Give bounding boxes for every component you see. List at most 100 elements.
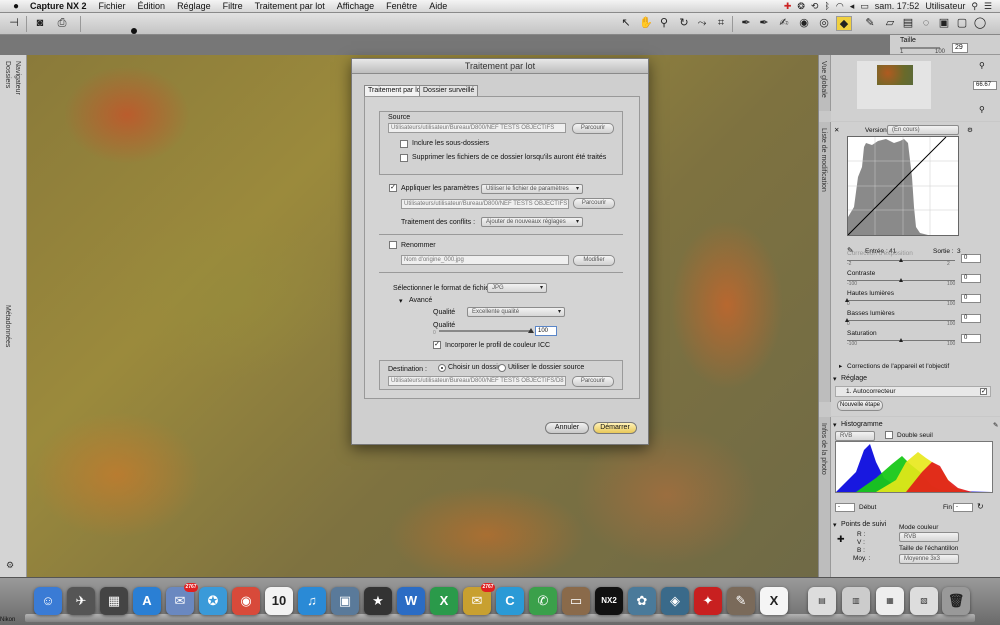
eye-icon[interactable]: ◎ [816, 16, 832, 31]
apply-params-checkbox[interactable]: ✓ [389, 184, 397, 192]
dock-launchpad-icon[interactable]: ✈ [67, 587, 95, 615]
minimized-window-icon[interactable]: ▤ [808, 587, 836, 615]
dock-imovie-star-icon[interactable]: ★ [364, 587, 392, 615]
slider-track[interactable] [847, 300, 955, 301]
params-file-popup[interactable]: Utiliser le fichier de paramètres ▾ [481, 184, 583, 194]
slider-value-field[interactable]: 0 [961, 254, 981, 263]
selection-brush-icon[interactable]: ✍ [776, 16, 792, 31]
cancel-button[interactable]: Annuler [545, 422, 589, 434]
camera-corrections-label[interactable]: Corrections de l'appareil et l'objectif [847, 363, 949, 370]
tab-vue-globale[interactable]: Vue globale [820, 61, 827, 98]
advanced-disclosure-icon[interactable]: ▾ [399, 297, 403, 305]
dock-mission-control-icon[interactable]: ▦ [100, 587, 128, 615]
zoom-in-icon[interactable]: ⚲ [979, 61, 985, 70]
double-threshold-checkbox[interactable] [885, 431, 893, 439]
delete-files-checkbox[interactable] [400, 154, 408, 162]
redeye-icon[interactable]: ◉ [796, 16, 812, 31]
zoom-value-field[interactable]: 66.67 [973, 81, 997, 90]
source-folder-radio[interactable] [498, 364, 506, 372]
destination-path-field[interactable]: Utilisateurs/utilisateur/Bureau/D800/NEF… [388, 376, 566, 386]
slider-value-field[interactable]: 0 [961, 334, 981, 343]
eyedropper-icon[interactable]: ✎ [993, 421, 998, 429]
reset-icon[interactable]: ↻ [977, 502, 984, 511]
rect-select-icon[interactable]: ▢ [954, 16, 970, 31]
dock-iphoto-icon[interactable]: ◈ [661, 587, 689, 615]
sample-size-popup[interactable]: Moyenne 3x3 [899, 554, 959, 564]
pointer-icon[interactable]: ↖ [618, 16, 634, 31]
new-step-button[interactable]: Nouvelle étape [837, 400, 883, 411]
minimized-window-icon[interactable]: ▦ [876, 587, 904, 615]
include-subfolders-checkbox[interactable] [400, 140, 408, 148]
disclosure-down-icon[interactable]: ▾ [833, 521, 837, 529]
slider-value-field[interactable]: 0 [961, 274, 981, 283]
dock-mail-stamp-icon[interactable]: ✉ 2767 [166, 583, 198, 615]
spotlight-icon[interactable]: ⚲ [971, 1, 978, 12]
settings-icon[interactable]: ⚙ [6, 560, 14, 571]
status-spin-icon[interactable]: ❂ [797, 1, 805, 12]
panel-toggle-icon[interactable]: ⊣ [6, 16, 22, 31]
quality-slider-thumb[interactable] [528, 328, 534, 333]
camera-icon[interactable]: ◙ [32, 16, 48, 31]
minimized-window-icon[interactable]: ▧ [910, 587, 938, 615]
size-input[interactable]: 29 [952, 43, 968, 53]
start-button[interactable]: Démarrer [593, 422, 637, 434]
dock-preview-icon[interactable]: ▣ [331, 587, 359, 615]
menu-fenetre[interactable]: Fenêtre [380, 1, 423, 11]
slider-thumb[interactable] [845, 298, 849, 302]
choose-folder-radio[interactable] [438, 364, 446, 372]
menu-aide[interactable]: Aide [423, 1, 453, 11]
crop-icon[interactable]: ⌗ [713, 16, 729, 31]
wifi-icon[interactable]: ◠ [836, 1, 844, 12]
gear-icon[interactable]: ⚙ [967, 126, 973, 134]
slider-thumb[interactable] [845, 318, 849, 322]
dock-gimp-icon[interactable]: ✎ [727, 587, 755, 615]
destination-browse-button[interactable]: Parcourir [572, 376, 614, 387]
tab-dossiers[interactable]: Dossiers [4, 61, 11, 88]
rename-modify-button[interactable]: Modifier [573, 255, 615, 266]
white-point-icon[interactable]: ✒ [756, 16, 772, 31]
black-point-icon[interactable]: ✒ [738, 16, 754, 31]
dock-mail-icon[interactable]: ✉ 2767 [463, 583, 495, 615]
bluetooth-icon[interactable]: ᛒ [824, 1, 829, 11]
menu-app-name[interactable]: Capture NX 2 [24, 1, 93, 11]
dock-presentation-icon[interactable]: ▭ [562, 587, 590, 615]
tab-navigateur[interactable]: Navigateur [14, 61, 21, 95]
disclosure-right-icon[interactable]: ▸ [839, 362, 842, 370]
tab-dossier-surveille[interactable]: Dossier surveillé [419, 85, 479, 96]
rename-pattern-field[interactable]: Nom d'origine_000.jpg [401, 255, 569, 265]
dock-acrobat-icon[interactable]: ✦ [694, 587, 722, 615]
dock-calendar-icon[interactable]: 10 [265, 587, 293, 615]
menu-affichage[interactable]: Affichage [331, 1, 380, 11]
quality-slider[interactable] [439, 330, 531, 332]
fill-icon[interactable]: ▣ [936, 16, 952, 31]
zoom-out-icon[interactable]: ⚲ [979, 105, 985, 114]
dock-messenger-icon[interactable]: ✆ [529, 587, 557, 615]
params-path-field[interactable]: Utilisateurs/utilisateur/Bureau/D800/NEF… [401, 199, 569, 209]
gradient-icon[interactable]: ▤ [900, 16, 916, 31]
slider-thumb[interactable] [899, 258, 903, 262]
advanced-label[interactable]: Avancé [409, 297, 432, 304]
menu-filtre[interactable]: Filtre [217, 1, 249, 11]
trash-icon[interactable]: 🗑 [942, 587, 970, 615]
rename-checkbox[interactable] [389, 241, 397, 249]
slider-value-field[interactable]: 0 [961, 294, 981, 303]
volume-icon[interactable]: ◂ [850, 1, 855, 12]
step-row[interactable]: 1. Autocorrecteur ✓ [835, 386, 991, 397]
dock-x11-icon[interactable]: X [760, 587, 788, 615]
tab-metadonnees[interactable]: Métadonnées [4, 305, 11, 347]
dock-finder-icon[interactable]: ☺ [34, 587, 62, 615]
brush-icon[interactable]: ✎ [862, 16, 878, 31]
size-slider[interactable] [900, 47, 940, 49]
dock-photos-icon[interactable]: ✿ [628, 587, 656, 615]
tab-liste-modification[interactable]: Liste de modification [820, 128, 827, 192]
highlight-tool-icon[interactable]: ◆ [836, 16, 852, 31]
clock-text[interactable]: sam. 17:52 [875, 1, 920, 11]
conflicts-popup[interactable]: Ajouter de nouveaux réglages ▾ [481, 217, 583, 227]
dock-word-icon[interactable]: W [397, 587, 425, 615]
close-icon[interactable]: ✕ [834, 126, 839, 134]
dock-c-app-icon[interactable]: C [496, 587, 524, 615]
rotate-icon[interactable]: ↻ [676, 16, 692, 31]
color-mode-popup[interactable]: RVB [899, 532, 959, 542]
menu-fichier[interactable]: Fichier [93, 1, 132, 11]
dock-capture-nx2-icon[interactable]: NX2 [595, 587, 623, 615]
